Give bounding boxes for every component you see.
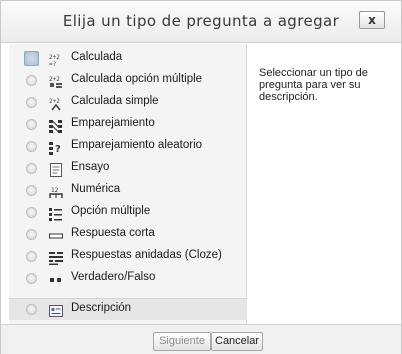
close-button[interactable]: x	[359, 11, 385, 29]
next-button[interactable]: Siguiente	[153, 332, 211, 351]
option-radio[interactable]	[26, 185, 37, 196]
option-radio[interactable]	[26, 119, 37, 130]
option-respuestas-anidadas[interactable]: Respuestas anidadas (Cloze)	[9, 246, 247, 268]
option-radio[interactable]	[26, 75, 37, 86]
essay-icon	[49, 162, 63, 177]
svg-text:12: 12	[51, 187, 59, 194]
matching-icon	[49, 118, 63, 133]
option-verdadero-falso[interactable]: Verdadero/Falso	[9, 268, 247, 290]
option-label: Calculada opción múltiple	[71, 73, 203, 85]
option-radio[interactable]	[26, 97, 37, 108]
dialog-footer: Siguiente Cancelar	[1, 324, 401, 354]
numerical-icon: 12	[49, 184, 63, 198]
option-label: Opción múltiple	[71, 205, 151, 217]
svg-text:?: ?	[55, 144, 61, 155]
calculated-simple-icon: 2+2	[49, 96, 63, 111]
svg-text:2+2: 2+2	[49, 76, 60, 83]
option-label: Respuesta corta	[71, 227, 155, 239]
short-answer-icon	[49, 228, 63, 242]
option-radio[interactable]	[26, 229, 37, 240]
option-label: Descripción	[71, 302, 132, 314]
option-descripcion[interactable]: Descripción	[9, 298, 247, 320]
option-opcion-multiple[interactable]: Opción múltiple	[9, 202, 247, 224]
option-emparejamiento[interactable]: Emparejamiento	[9, 114, 247, 136]
dialog-titlebar: Elija un tipo de pregunta a agregar x	[1, 1, 401, 43]
option-radio[interactable]	[26, 251, 37, 262]
description-icon	[49, 303, 63, 317]
question-type-list: 2+2 =? Calculada 2+2 Calculada opción múl…	[9, 44, 247, 324]
option-label: Numérica	[71, 183, 121, 195]
option-label: Verdadero/Falso	[71, 271, 156, 283]
option-label: Calculada simple	[71, 95, 159, 107]
multichoice-icon	[49, 206, 63, 221]
option-label: Calculada	[71, 51, 123, 63]
option-calculada[interactable]: 2+2 =? Calculada	[9, 48, 247, 70]
option-radio[interactable]	[26, 163, 37, 174]
dialog-title: Elija un tipo de pregunta a agregar	[62, 12, 340, 30]
option-radio[interactable]	[24, 51, 39, 66]
option-numerica[interactable]: 12 Numérica	[9, 180, 247, 202]
calculated-multichoice-icon: 2+2	[49, 74, 63, 88]
truefalse-icon	[49, 272, 63, 286]
cancel-button[interactable]: Cancelar	[211, 332, 263, 351]
random-matching-icon: ?	[49, 140, 63, 155]
option-radio[interactable]	[26, 207, 37, 218]
option-emparejamiento-aleatorio[interactable]: ? Emparejamiento aleatorio	[9, 136, 247, 158]
svg-text:2+2: 2+2	[49, 98, 60, 105]
question-type-dialog: Elija un tipo de pregunta a agregar x 2+…	[0, 0, 402, 354]
option-calculada-simple[interactable]: 2+2 Calculada simple	[9, 92, 247, 114]
option-ensayo[interactable]: Ensayo	[9, 158, 247, 180]
option-label: Emparejamiento aleatorio	[71, 139, 203, 151]
option-calculada-opcion-multiple[interactable]: 2+2 Calculada opción múltiple	[9, 70, 247, 92]
option-label: Ensayo	[71, 161, 110, 173]
option-radio[interactable]	[26, 141, 37, 152]
option-radio[interactable]	[26, 304, 37, 315]
option-respuesta-corta[interactable]: Respuesta corta	[9, 224, 247, 246]
option-label: Respuestas anidadas (Cloze)	[71, 249, 222, 261]
option-label: Emparejamiento	[71, 117, 155, 129]
svg-text:=?: =?	[49, 61, 57, 67]
calculated-icon: 2+2 =?	[49, 52, 63, 68]
cloze-icon	[49, 250, 63, 265]
description-panel: Seleccionar un tipo de pregunta para ver…	[259, 67, 368, 103]
svg-text:2+2: 2+2	[49, 54, 60, 61]
option-radio[interactable]	[26, 273, 37, 284]
